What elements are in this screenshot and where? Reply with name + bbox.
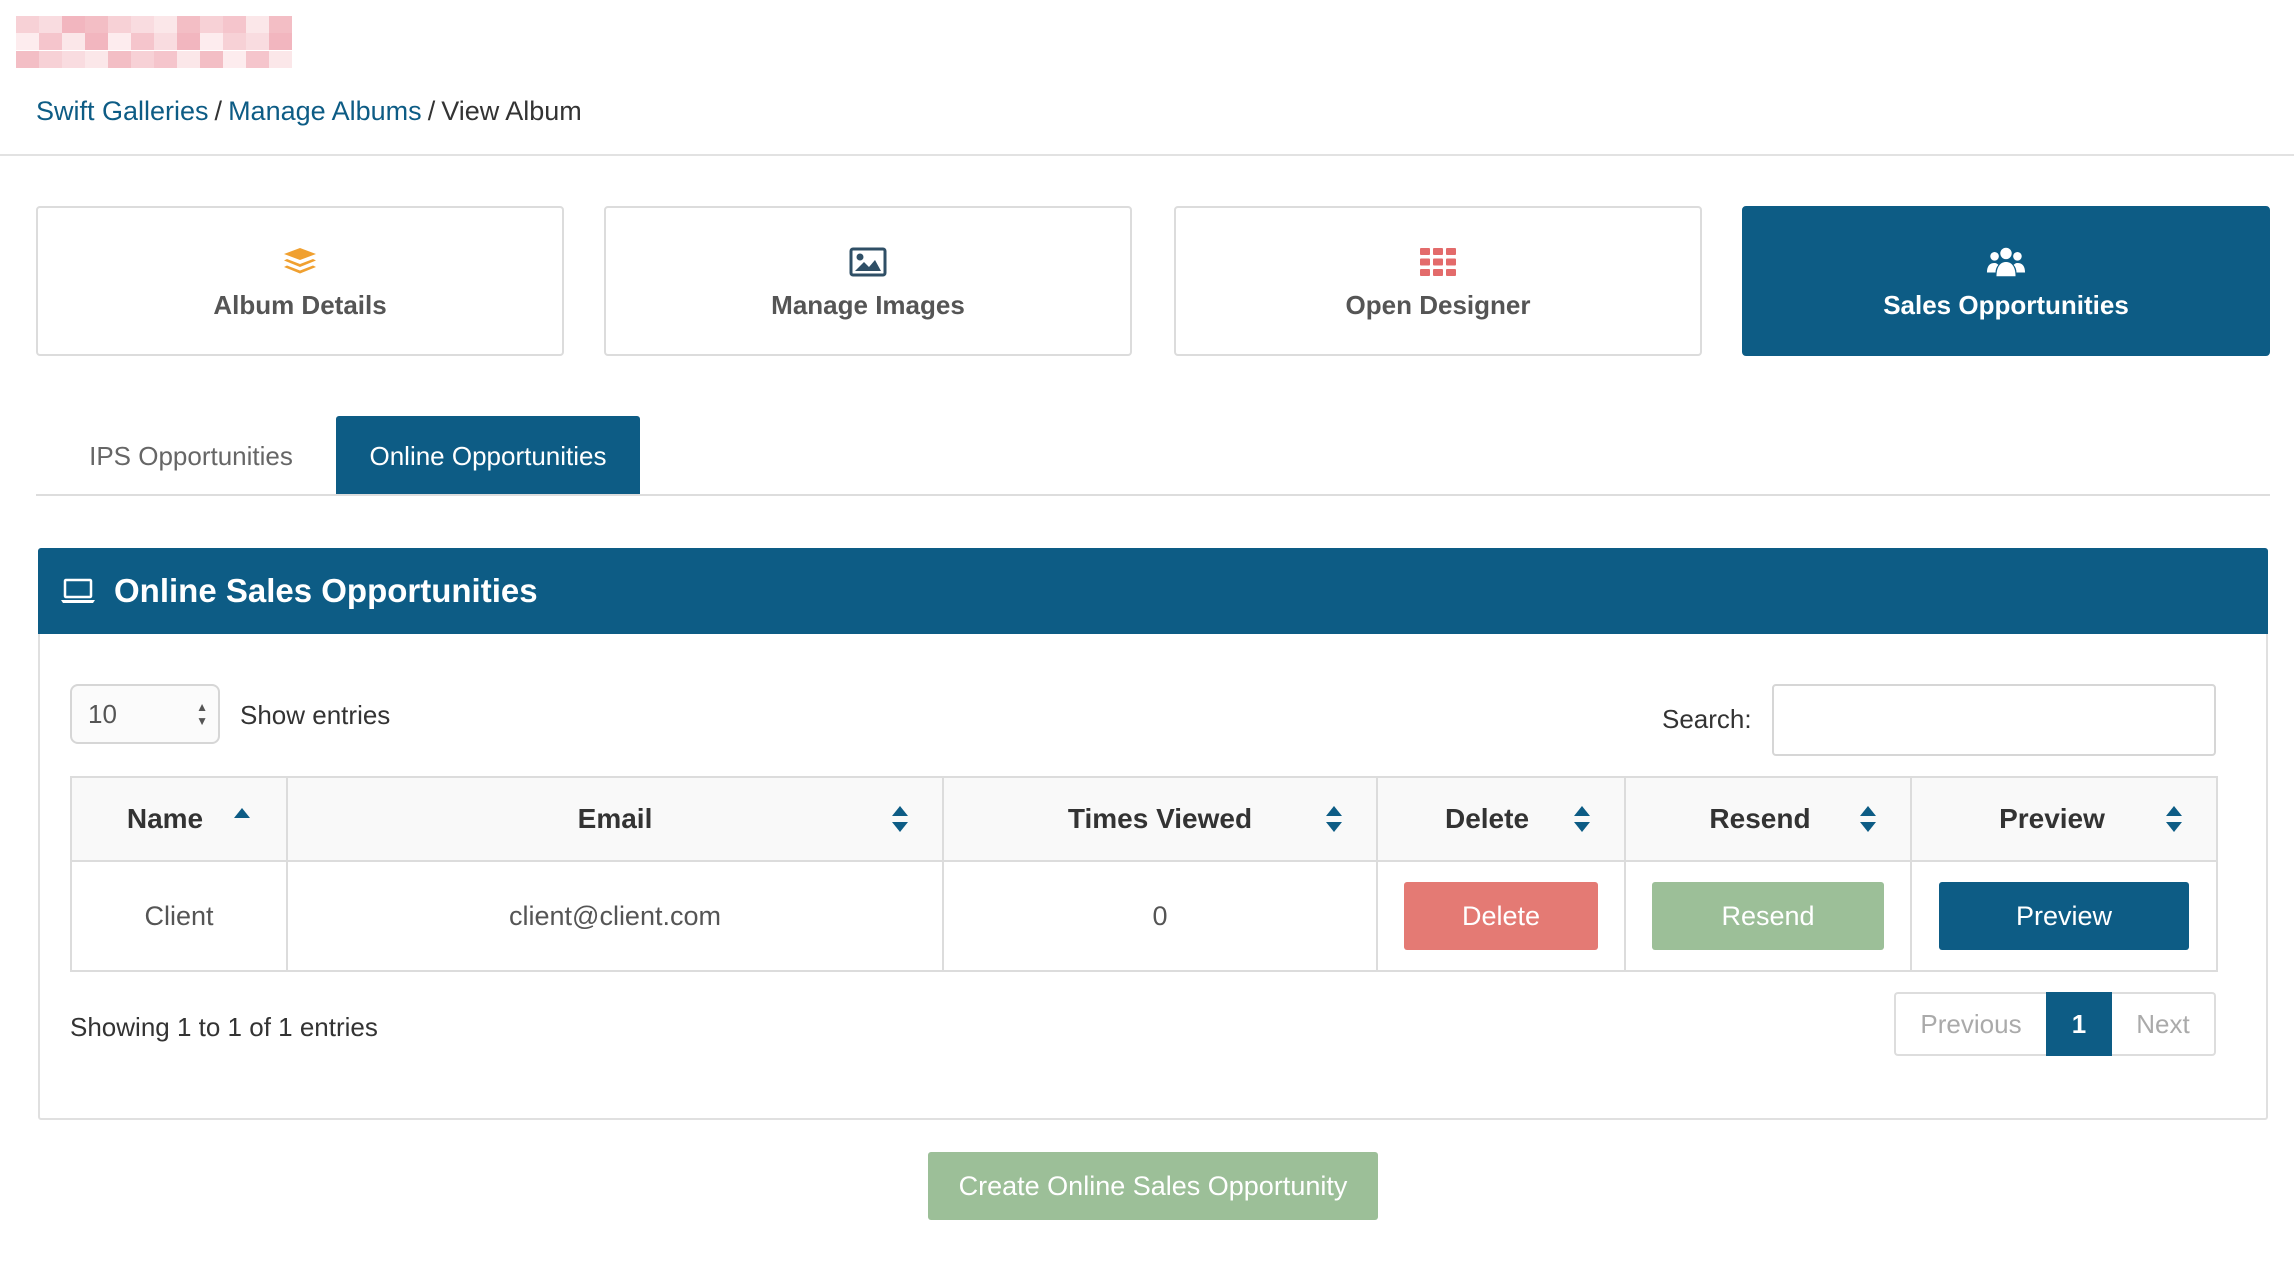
logo-pixel <box>246 33 269 51</box>
logo-pixel <box>39 16 62 33</box>
open-designer-label: Open Designer <box>1345 289 1531 320</box>
logo-pixel <box>223 33 246 51</box>
logo-pixel <box>154 33 177 51</box>
album-details-card[interactable]: Album Details <box>36 206 564 356</box>
table-info: Showing 1 to 1 of 1 entries <box>70 1012 378 1042</box>
brand-logo <box>16 16 292 68</box>
logo-pixel <box>154 50 177 68</box>
logo-pixel <box>177 50 200 68</box>
logo-pixel <box>62 50 85 68</box>
pagination: Previous 1 Next <box>1894 992 2216 1056</box>
tab-online-opportunities[interactable]: Online Opportunities <box>336 416 640 496</box>
column-header-delete[interactable]: Delete <box>1376 776 1626 862</box>
logo-pixel <box>16 16 39 33</box>
delete-button[interactable]: Delete <box>1404 882 1598 950</box>
cell-delete: Delete <box>1376 860 1626 972</box>
sort-icon <box>1574 806 1590 834</box>
logo-pixel <box>269 50 292 68</box>
logo-pixel <box>269 16 292 33</box>
logo-pixel <box>223 16 246 33</box>
table-row: Client client@client.com 0 Delete Resend… <box>70 860 2218 972</box>
create-online-sales-opportunity-button[interactable]: Create Online Sales Opportunity <box>928 1152 1378 1220</box>
logo-pixel <box>108 33 131 51</box>
logo-pixel <box>16 50 39 68</box>
manage-images-card[interactable]: Manage Images <box>604 206 1132 356</box>
page-length-value: 10 <box>88 698 117 729</box>
logo-pixel <box>131 16 154 33</box>
page-1-button[interactable]: 1 <box>2046 992 2112 1056</box>
breadcrumb-manage-albums[interactable]: Manage Albums <box>228 96 422 126</box>
logo-pixel <box>85 50 108 68</box>
logo-pixel <box>108 50 131 68</box>
cell-resend: Resend <box>1624 860 1912 972</box>
column-header-preview[interactable]: Preview <box>1910 776 2218 862</box>
layers-icon <box>280 242 320 282</box>
users-icon <box>1986 242 2026 282</box>
logo-pixel <box>39 50 62 68</box>
logo-pixel <box>200 16 223 33</box>
preview-button[interactable]: Preview <box>1939 882 2189 950</box>
logo-pixel <box>246 50 269 68</box>
logo-pixel <box>108 16 131 33</box>
column-header-times-viewed[interactable]: Times Viewed <box>942 776 1378 862</box>
sort-icon <box>2166 806 2182 834</box>
logo-pixel <box>62 33 85 51</box>
resend-button[interactable]: Resend <box>1652 882 1884 950</box>
logo-pixel <box>85 16 108 33</box>
grid-icon <box>1418 242 1458 282</box>
previous-page-button[interactable]: Previous <box>1894 992 2046 1056</box>
sales-opportunities-card[interactable]: Sales Opportunities <box>1742 206 2270 356</box>
cell-preview: Preview <box>1910 860 2218 972</box>
logo-pixel <box>200 33 223 51</box>
panel-header: Online Sales Opportunities <box>38 548 2268 634</box>
show-entries-label: Show entries <box>240 700 391 730</box>
logo-pixel <box>39 33 62 51</box>
next-page-button[interactable]: Next <box>2112 992 2216 1056</box>
breadcrumb-separator: / <box>214 96 223 126</box>
page-length-select[interactable]: 10 ▲ ▼ <box>70 684 220 744</box>
image-icon <box>848 242 888 282</box>
logo-pixel <box>62 16 85 33</box>
column-header-name[interactable]: Name <box>70 776 288 862</box>
album-details-label: Album Details <box>213 289 387 320</box>
logo-pixel <box>177 33 200 51</box>
header-divider <box>0 154 2294 156</box>
logo-pixel <box>131 33 154 51</box>
breadcrumb: Swift Galleries / Manage Albums / View Album <box>36 96 582 127</box>
cell-times-viewed: 0 <box>942 860 1378 972</box>
column-header-email[interactable]: Email <box>286 776 944 862</box>
breadcrumb-swift-galleries[interactable]: Swift Galleries <box>36 96 209 126</box>
laptop-icon <box>60 573 96 609</box>
cell-email: client@client.com <box>286 860 944 972</box>
sort-icon <box>892 806 908 834</box>
breadcrumb-current: View Album <box>441 96 582 126</box>
logo-pixel <box>246 16 269 33</box>
sort-asc-icon <box>234 808 250 836</box>
select-arrows-icon: ▲ ▼ <box>196 700 208 728</box>
tab-ips-opportunities[interactable]: IPS Opportunities <box>60 416 322 496</box>
open-designer-card[interactable]: Open Designer <box>1174 206 1702 356</box>
logo-pixel <box>16 33 39 51</box>
sales-opportunities-label: Sales Opportunities <box>1883 289 2129 320</box>
logo-pixel <box>131 50 154 68</box>
panel-title: Online Sales Opportunities <box>114 572 538 609</box>
cell-name: Client <box>70 860 288 972</box>
sort-icon <box>1326 806 1342 834</box>
search-label: Search: <box>1662 704 1752 734</box>
logo-pixel <box>177 16 200 33</box>
table-header-row: Name Email Times Viewed Delete Resend Pr… <box>70 776 2218 862</box>
logo-pixel <box>154 16 177 33</box>
manage-images-label: Manage Images <box>771 289 965 320</box>
sort-icon <box>1860 806 1876 834</box>
logo-pixel <box>269 33 292 51</box>
breadcrumb-separator: / <box>427 96 436 126</box>
logo-pixel <box>223 50 246 68</box>
tab-divider <box>36 494 2270 496</box>
column-header-resend[interactable]: Resend <box>1624 776 1912 862</box>
logo-pixel <box>85 33 108 51</box>
search-input[interactable] <box>1772 684 2216 756</box>
opportunities-table: Name Email Times Viewed Delete Resend Pr… <box>70 776 2218 972</box>
logo-pixel <box>200 50 223 68</box>
